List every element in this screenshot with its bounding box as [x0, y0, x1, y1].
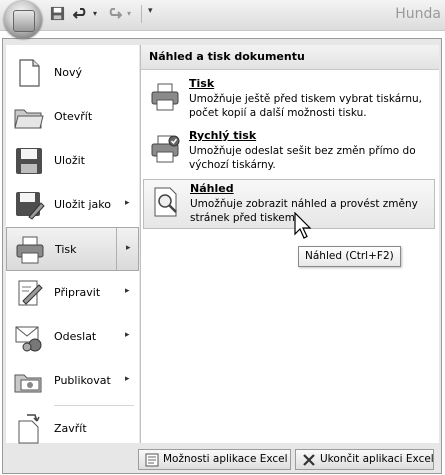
menu-footer: Možnosti aplikace Excel Ukončit aplikaci…: [3, 445, 441, 473]
blank-area: [232, 315, 274, 361]
redo-dropdown-icon[interactable]: ▾: [127, 9, 131, 25]
menu-item-label: Uložit jako: [54, 198, 111, 211]
print-preview-icon: [154, 187, 177, 217]
close-document-icon: [18, 414, 40, 444]
redo-icon[interactable]: [106, 6, 122, 22]
menu-item-label: Nový: [54, 66, 82, 79]
mouse-cursor-icon: [294, 212, 312, 239]
exit-excel-label: Ukončit aplikaci Excel: [320, 453, 434, 465]
prepare-icon: [18, 280, 43, 306]
submenu-item-description: Umožňuje odeslat sešit bez změn přímo do…: [189, 145, 416, 171]
menu-command-list: Nový Otevřít Uložit Uložit jako ▸ Tisk ▸…: [6, 45, 139, 444]
menu-item-new[interactable]: Nový: [6, 51, 139, 95]
submenu-item-quick-print[interactable]: Rychlý tisk Umožňuje odeslat sešit bez z…: [143, 127, 435, 177]
undo-dropdown-icon[interactable]: ▾: [93, 9, 97, 25]
menu-item-label: Zavřít: [54, 422, 87, 435]
save-as-icon: [16, 192, 45, 220]
open-folder-icon: [14, 109, 44, 129]
save-icon[interactable]: [50, 6, 65, 21]
panel-title: Náhled a tisk dokumentu: [149, 50, 305, 63]
menu-item-label: Odeslat: [54, 330, 97, 343]
office-button[interactable]: [4, 1, 42, 39]
quick-print-icon: [151, 135, 180, 163]
menu-item-label: Uložit: [54, 154, 85, 167]
submenu-arrow-icon[interactable]: ▸: [126, 243, 131, 253]
submenu-item-description: Umožňuje ještě před tiskem vybrat tiskár…: [189, 93, 422, 119]
submenu-arrow-icon: ▸: [125, 330, 130, 340]
menu-item-prepare[interactable]: Připravit ▸: [6, 271, 139, 315]
panel-header: Náhled a tisk dokumentu: [141, 45, 439, 70]
menu-item-label: Otevřít: [54, 110, 93, 123]
menu-item-open[interactable]: Otevřít: [6, 95, 139, 139]
submenu-item-title: Tisk: [189, 77, 215, 90]
menu-item-send[interactable]: Odeslat ▸: [6, 315, 139, 359]
exit-excel-button[interactable]: Ukončit aplikaci Excel: [295, 449, 434, 470]
menu-item-save[interactable]: Uložit: [6, 139, 139, 183]
close-icon: [303, 454, 315, 466]
submenu-item-title: Rychlý tisk: [189, 129, 257, 142]
submenu-arrow-icon: ▸: [125, 198, 130, 208]
toolbar-separator: [141, 5, 142, 23]
save-disk-icon: [16, 148, 42, 174]
publish-icon: [14, 374, 42, 393]
menu-item-save-as[interactable]: Uložit jako ▸: [6, 183, 139, 227]
submenu-item-preview[interactable]: Náhled Umožňuje zobrazit náhled a provés…: [143, 179, 435, 229]
menu-item-label: Tisk: [55, 243, 77, 256]
excel-options-button[interactable]: Možnosti aplikace Excel: [138, 449, 291, 470]
new-document-icon: [19, 59, 40, 87]
send-icon: [15, 326, 42, 352]
window-title: Hunda: [395, 6, 441, 22]
menu-separator: [54, 405, 134, 406]
menu-item-label: Publikovat: [54, 374, 111, 387]
printer-icon: [151, 83, 179, 111]
title-bar: ▾ ▾ ▾ Hunda: [0, 0, 445, 39]
menu-item-label: Připravit: [54, 286, 101, 299]
print-submenu-panel: Náhled a tisk dokumentu Tisk Umožňuje je…: [140, 45, 439, 443]
preview-tooltip: Náhled (Ctrl+F2): [298, 246, 401, 267]
undo-icon[interactable]: [73, 6, 89, 22]
submenu-item-print[interactable]: Tisk Umožňuje ještě před tiskem vybrat t…: [143, 75, 435, 125]
excel-options-label: Možnosti aplikace Excel: [163, 453, 288, 465]
submenu-arrow-icon: ▸: [125, 374, 130, 384]
customize-toolbar-icon[interactable]: ▾: [148, 6, 153, 22]
options-icon: [145, 453, 159, 467]
menu-item-publish[interactable]: Publikovat ▸: [6, 359, 139, 403]
printer-icon: [16, 236, 44, 264]
submenu-item-title: Náhled: [190, 182, 234, 195]
split-divider: [116, 228, 117, 270]
submenu-arrow-icon: ▸: [125, 286, 130, 296]
office-logo-icon: [13, 10, 35, 32]
menu-item-print[interactable]: Tisk ▸: [6, 227, 139, 271]
